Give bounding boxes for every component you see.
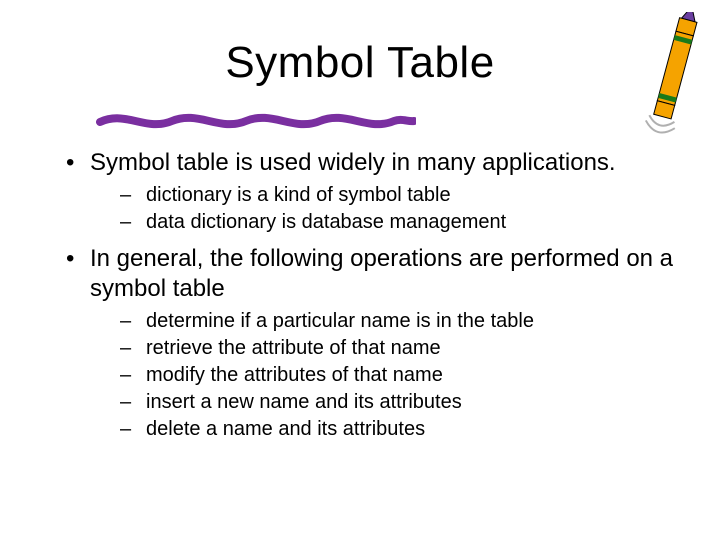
- wavy-stroke: [100, 118, 414, 124]
- bullet-list: Symbol table is used widely in many appl…: [60, 148, 680, 443]
- list-item: In general, the following operations are…: [60, 244, 680, 443]
- bullet-text: Symbol table is used widely in many appl…: [90, 149, 616, 176]
- sub-bullet-text: insert a new name and its attributes: [146, 391, 462, 413]
- sub-bullet-text: retrieve the attribute of that name: [146, 337, 441, 359]
- list-item: retrieve the attribute of that name: [90, 335, 680, 362]
- list-item: Symbol table is used widely in many appl…: [60, 148, 680, 236]
- slide-content: Symbol table is used widely in many appl…: [60, 148, 680, 451]
- sub-bullet-text: determine if a particular name is in the…: [146, 310, 534, 332]
- list-item: determine if a particular name is in the…: [90, 308, 680, 335]
- list-item: insert a new name and its attributes: [90, 389, 680, 416]
- crayon-icon: [638, 12, 708, 142]
- title-underline-icon: [96, 108, 416, 134]
- sub-bullet-text: dictionary is a kind of symbol table: [146, 184, 451, 206]
- list-item: modify the attributes of that name: [90, 362, 680, 389]
- sub-bullet-list: dictionary is a kind of symbol table dat…: [90, 182, 680, 236]
- list-item: delete a name and its attributes: [90, 416, 680, 443]
- sub-bullet-text: modify the attributes of that name: [146, 364, 443, 386]
- slide-title: Symbol Table: [0, 38, 720, 88]
- slide: Symbol Table Symbol table is used widely…: [0, 0, 720, 540]
- bullet-text: In general, the following operations are…: [90, 245, 673, 302]
- list-item: data dictionary is database management: [90, 209, 680, 236]
- sub-bullet-text: delete a name and its attributes: [146, 418, 425, 440]
- list-item: dictionary is a kind of symbol table: [90, 182, 680, 209]
- sub-bullet-list: determine if a particular name is in the…: [90, 308, 680, 443]
- sub-bullet-text: data dictionary is database management: [146, 211, 506, 233]
